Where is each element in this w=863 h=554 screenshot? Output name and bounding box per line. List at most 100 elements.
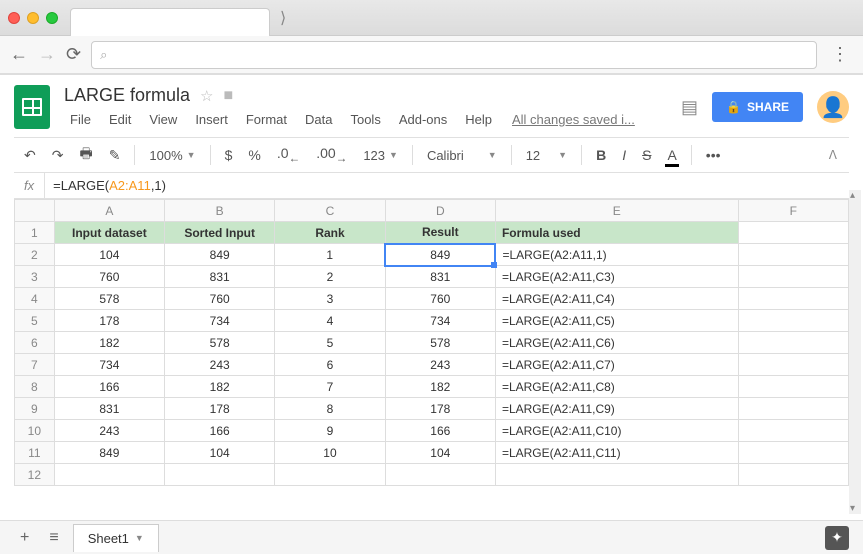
- strike-button[interactable]: S: [636, 143, 657, 167]
- row-header-5[interactable]: 5: [15, 310, 55, 332]
- cell-C9[interactable]: 8: [275, 398, 385, 420]
- cell-C5[interactable]: 4: [275, 310, 385, 332]
- column-header-C[interactable]: C: [275, 200, 385, 222]
- cell-F9[interactable]: [738, 398, 848, 420]
- cell-E9[interactable]: =LARGE(A2:A11,C9): [495, 398, 738, 420]
- new-tab-icon[interactable]: ⟩: [274, 8, 292, 28]
- back-icon[interactable]: ←: [10, 44, 28, 65]
- text-color-button[interactable]: A: [661, 143, 682, 167]
- vertical-scrollbar[interactable]: [849, 190, 861, 514]
- print-icon[interactable]: 🖶: [73, 139, 98, 171]
- cell-B8[interactable]: 182: [165, 376, 275, 398]
- cell-D10[interactable]: 166: [385, 420, 495, 442]
- menu-file[interactable]: File: [64, 110, 97, 129]
- cell-F10[interactable]: [738, 420, 848, 442]
- undo-icon[interactable]: ↶: [18, 143, 42, 168]
- cell-D1[interactable]: Result: [385, 222, 495, 244]
- column-header-D[interactable]: D: [385, 200, 495, 222]
- comments-icon[interactable]: ▤: [681, 97, 698, 118]
- font-size-select[interactable]: 12▼: [520, 144, 573, 167]
- maximize-window-icon[interactable]: [46, 12, 58, 24]
- add-sheet-button[interactable]: +: [14, 525, 35, 551]
- cell-A9[interactable]: 831: [54, 398, 164, 420]
- cell-A12[interactable]: [54, 464, 164, 486]
- row-header-8[interactable]: 8: [15, 376, 55, 398]
- percent-button[interactable]: %: [242, 143, 266, 167]
- cell-E5[interactable]: =LARGE(A2:A11,C5): [495, 310, 738, 332]
- menu-addons[interactable]: Add-ons: [393, 110, 453, 129]
- cell-C6[interactable]: 5: [275, 332, 385, 354]
- select-all-corner[interactable]: [15, 200, 55, 222]
- cell-F2[interactable]: [738, 244, 848, 266]
- row-header-12[interactable]: 12: [15, 464, 55, 486]
- cell-F7[interactable]: [738, 354, 848, 376]
- collapse-toolbar-icon[interactable]: ᐱ: [821, 144, 845, 166]
- cell-B4[interactable]: 760: [165, 288, 275, 310]
- cell-B2[interactable]: 849: [165, 244, 275, 266]
- menu-help[interactable]: Help: [459, 110, 498, 129]
- more-toolbar-button[interactable]: •••: [700, 143, 727, 167]
- cell-D2[interactable]: 849: [385, 244, 495, 266]
- cell-D5[interactable]: 734: [385, 310, 495, 332]
- sheet-tab-menu-icon[interactable]: ▼: [135, 533, 144, 543]
- decrease-decimal-button[interactable]: .0←: [271, 141, 306, 169]
- save-status[interactable]: All changes saved i...: [512, 112, 635, 127]
- row-header-3[interactable]: 3: [15, 266, 55, 288]
- url-input[interactable]: ⌕: [91, 41, 817, 69]
- cell-B9[interactable]: 178: [165, 398, 275, 420]
- cell-C7[interactable]: 6: [275, 354, 385, 376]
- all-sheets-button[interactable]: ≡: [43, 525, 64, 551]
- cell-F4[interactable]: [738, 288, 848, 310]
- menu-insert[interactable]: Insert: [189, 110, 234, 129]
- cell-D3[interactable]: 831: [385, 266, 495, 288]
- column-header-E[interactable]: E: [495, 200, 738, 222]
- document-title[interactable]: LARGE formula: [64, 85, 190, 106]
- cell-F3[interactable]: [738, 266, 848, 288]
- cell-D6[interactable]: 578: [385, 332, 495, 354]
- star-icon[interactable]: ☆: [200, 87, 213, 105]
- cell-C8[interactable]: 7: [275, 376, 385, 398]
- menu-view[interactable]: View: [143, 110, 183, 129]
- browser-tab[interactable]: [70, 8, 270, 36]
- sheets-logo-icon[interactable]: [14, 85, 50, 129]
- cell-A11[interactable]: 849: [54, 442, 164, 464]
- paint-format-icon[interactable]: ✎: [103, 143, 127, 168]
- cell-D4[interactable]: 760: [385, 288, 495, 310]
- cell-A10[interactable]: 243: [54, 420, 164, 442]
- cell-F1[interactable]: [738, 222, 848, 244]
- cell-E8[interactable]: =LARGE(A2:A11,C8): [495, 376, 738, 398]
- increase-decimal-button[interactable]: .00→: [310, 141, 353, 169]
- avatar[interactable]: 👤: [817, 91, 849, 123]
- cell-E12[interactable]: [495, 464, 738, 486]
- cell-B7[interactable]: 243: [165, 354, 275, 376]
- cell-F12[interactable]: [738, 464, 848, 486]
- cell-C12[interactable]: [275, 464, 385, 486]
- cell-D11[interactable]: 104: [385, 442, 495, 464]
- cell-A2[interactable]: 104: [54, 244, 164, 266]
- cell-B11[interactable]: 104: [165, 442, 275, 464]
- cell-A8[interactable]: 166: [54, 376, 164, 398]
- menu-tools[interactable]: Tools: [344, 110, 386, 129]
- share-button[interactable]: 🔒 SHARE: [712, 92, 803, 122]
- cell-B5[interactable]: 734: [165, 310, 275, 332]
- minimize-window-icon[interactable]: [27, 12, 39, 24]
- font-select[interactable]: Calibri▼: [421, 144, 503, 167]
- folder-icon[interactable]: ■: [224, 87, 234, 105]
- cell-B12[interactable]: [165, 464, 275, 486]
- redo-icon[interactable]: ↷: [46, 143, 70, 168]
- row-header-1[interactable]: 1: [15, 222, 55, 244]
- cell-C4[interactable]: 3: [275, 288, 385, 310]
- row-header-10[interactable]: 10: [15, 420, 55, 442]
- zoom-select[interactable]: 100%▼: [143, 144, 201, 167]
- cell-A6[interactable]: 182: [54, 332, 164, 354]
- italic-button[interactable]: I: [616, 143, 632, 167]
- cell-E4[interactable]: =LARGE(A2:A11,C4): [495, 288, 738, 310]
- cell-E11[interactable]: =LARGE(A2:A11,C11): [495, 442, 738, 464]
- reload-icon[interactable]: ⟳: [66, 44, 81, 65]
- close-window-icon[interactable]: [8, 12, 20, 24]
- row-header-11[interactable]: 11: [15, 442, 55, 464]
- cell-F11[interactable]: [738, 442, 848, 464]
- cell-D9[interactable]: 178: [385, 398, 495, 420]
- cell-F5[interactable]: [738, 310, 848, 332]
- cell-B6[interactable]: 578: [165, 332, 275, 354]
